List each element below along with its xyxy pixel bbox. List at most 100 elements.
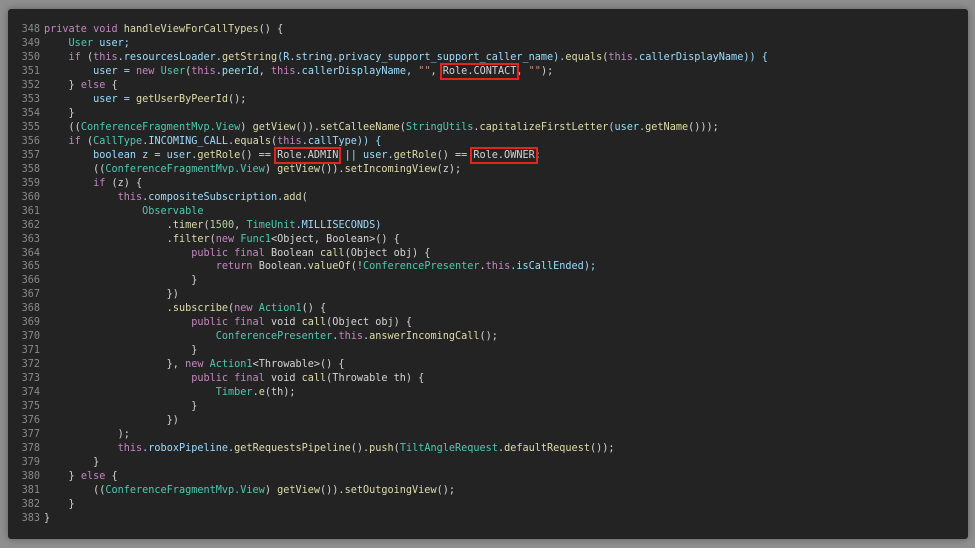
code-token: .callerDisplayName, bbox=[295, 65, 419, 77]
code-token: <Throwable>() { bbox=[252, 359, 345, 371]
code-token: , bbox=[516, 65, 529, 77]
line-number: 353 bbox=[21, 93, 40, 105]
code-line: 366 } bbox=[8, 274, 768, 288]
code-token: timer bbox=[172, 219, 204, 231]
highlighted-token: Role.OWNER bbox=[470, 146, 538, 164]
line-number: 357 bbox=[21, 149, 40, 161]
code-token: }) bbox=[44, 415, 179, 427]
code-token: call bbox=[301, 373, 327, 385]
code-token: 1500 bbox=[209, 219, 235, 231]
code-text: } bbox=[44, 344, 197, 358]
code-token: ()). bbox=[320, 484, 345, 496]
code-editor: 348 private void handleViewForCallTypes()… bbox=[8, 9, 968, 539]
code-token: ) bbox=[264, 484, 278, 496]
code-token: || user. bbox=[338, 149, 394, 161]
code-token: (Throwable th) { bbox=[326, 373, 425, 385]
line-number: 363 bbox=[21, 233, 40, 245]
code-text: }) bbox=[44, 288, 179, 302]
code-token: return bbox=[215, 261, 253, 273]
code-token: } bbox=[44, 498, 75, 510]
code-token: public final bbox=[191, 373, 265, 385]
code-token: () { bbox=[258, 24, 284, 35]
code-token: (Object obj) { bbox=[344, 247, 431, 259]
code-token: () == bbox=[436, 149, 474, 161]
code-token: } bbox=[44, 107, 75, 119]
code-token: ()); bbox=[589, 443, 615, 455]
code-token: } bbox=[44, 471, 81, 482]
code-token: this bbox=[271, 65, 296, 77]
code-text: }, new Action1<Throwable>() { bbox=[44, 358, 345, 372]
code-token: () == bbox=[240, 149, 278, 161]
code-token: (th); bbox=[264, 387, 296, 399]
code-token: ( bbox=[80, 135, 94, 147]
code-line: 379 } bbox=[8, 456, 768, 470]
line-number: 375 bbox=[21, 401, 40, 413]
code-token: valueOf bbox=[307, 261, 351, 273]
code-token: , bbox=[430, 65, 443, 77]
code-token: call bbox=[320, 247, 345, 259]
code-line: 377 ); bbox=[8, 428, 768, 442]
code-token: call bbox=[301, 317, 327, 329]
code-token: answerIncomingCall bbox=[369, 331, 480, 343]
code-token: (user. bbox=[608, 121, 646, 133]
code-text: } bbox=[44, 512, 50, 526]
code-token: . bbox=[44, 233, 173, 245]
code-token: (); bbox=[228, 93, 247, 105]
line-number: 362 bbox=[21, 219, 40, 231]
code-token: (( bbox=[44, 121, 81, 133]
code-token: defaultRequest bbox=[504, 443, 590, 455]
line-number: 361 bbox=[21, 205, 40, 217]
code-token: } bbox=[44, 345, 198, 357]
code-line: 361 Observable bbox=[8, 205, 768, 219]
code-token: capitalizeFirstLetter bbox=[479, 121, 609, 133]
code-token: Boolean. bbox=[252, 261, 308, 273]
code-token: ConferenceFragmentMvp.View bbox=[105, 484, 265, 496]
code-line: 368 .subscribe(new Action1() { bbox=[8, 302, 768, 316]
code-text: } else { bbox=[44, 79, 118, 93]
line-number: 373 bbox=[21, 373, 40, 385]
code-token: user; bbox=[93, 37, 130, 49]
line-number: 366 bbox=[21, 275, 40, 287]
code-token: this bbox=[277, 135, 302, 147]
code-token: getRole bbox=[197, 149, 241, 161]
line-number: 351 bbox=[21, 65, 40, 77]
code-token: TimeUnit bbox=[246, 219, 296, 231]
code-token: else bbox=[80, 79, 106, 91]
code-token: (! bbox=[350, 261, 363, 273]
code-token: Boolean bbox=[264, 247, 321, 259]
line-number: 374 bbox=[21, 387, 40, 399]
code-token: }) bbox=[44, 289, 179, 301]
code-token: getString bbox=[221, 51, 278, 63]
code-line: 356 if (CallType.INCOMING_CALL.equals(th… bbox=[8, 135, 768, 149]
line-number: 370 bbox=[21, 331, 40, 343]
code-text: } bbox=[44, 274, 197, 288]
line-number: 359 bbox=[21, 177, 40, 189]
line-number: 376 bbox=[21, 415, 40, 427]
code-token: getUserByPeerId bbox=[136, 93, 229, 105]
code-token: ( bbox=[80, 51, 94, 63]
code-text: } bbox=[44, 107, 75, 121]
code-token: getName bbox=[645, 121, 689, 133]
line-number: 350 bbox=[21, 51, 40, 63]
code-token: add bbox=[283, 191, 302, 203]
code-token: if bbox=[68, 51, 81, 63]
line-number: 360 bbox=[21, 191, 40, 203]
code-text: public final void call(Object obj) { bbox=[44, 316, 412, 330]
code-token: equals bbox=[234, 135, 272, 147]
code-line: 363 .filter(new Func1<Object, Boolean>()… bbox=[8, 233, 768, 247]
code-token: . bbox=[44, 303, 173, 315]
code-token: CallType bbox=[93, 135, 143, 147]
code-text: public final Boolean call(Object obj) { bbox=[44, 247, 430, 261]
code-token: .isCallEnded); bbox=[510, 261, 597, 273]
code-line: 350 if (this.resourcesLoader.getString(R… bbox=[8, 51, 768, 65]
code-line: 358 ((ConferenceFragmentMvp.View) getVie… bbox=[8, 163, 768, 177]
code-token: (); bbox=[479, 331, 498, 343]
code-token: } bbox=[44, 512, 51, 524]
line-number: 354 bbox=[21, 107, 40, 119]
code-text: } bbox=[44, 400, 197, 414]
code-line: 369 public final void call(Object obj) { bbox=[8, 316, 768, 330]
code-token: new bbox=[215, 233, 235, 245]
